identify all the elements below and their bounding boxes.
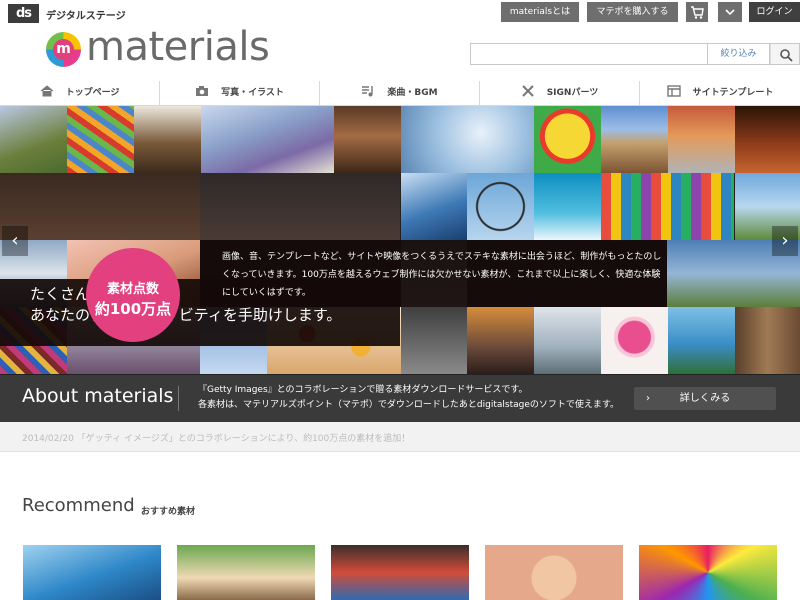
about-band: About materials 『Getty Images』とのコラボレーション… bbox=[0, 375, 800, 422]
nav-item-template[interactable]: サイトテンプレート bbox=[640, 81, 800, 105]
learn-more-label: 詳しくみる bbox=[679, 393, 731, 404]
about-materials-button[interactable]: materialsとは bbox=[501, 2, 579, 22]
photo-tile[interactable] bbox=[201, 106, 334, 173]
carousel-prev-button[interactable]: ‹ bbox=[2, 226, 28, 256]
photo-tile[interactable] bbox=[601, 106, 668, 173]
materials-logo-text[interactable]: materials bbox=[86, 24, 270, 70]
recommend-subtitle: おすすめ素材 bbox=[141, 507, 196, 517]
badge-count: 約100万点 bbox=[94, 300, 172, 318]
tools-icon bbox=[521, 85, 534, 97]
photo-tile[interactable] bbox=[534, 307, 601, 374]
filter-button[interactable]: 絞り込み bbox=[708, 43, 770, 65]
photo-tile[interactable] bbox=[735, 106, 800, 173]
cart-icon bbox=[691, 6, 704, 19]
chevron-right-icon: › bbox=[646, 393, 650, 404]
recommend-title: Recommend bbox=[22, 495, 135, 516]
description-panel: 画像、音、テンプレートなど、サイトや映像をつくるうえでステキな素材に出会うほど、… bbox=[200, 240, 667, 307]
badge-title: 素材点数 bbox=[106, 282, 159, 297]
home-icon bbox=[40, 85, 53, 97]
camera-icon bbox=[196, 86, 209, 96]
recommend-card[interactable] bbox=[331, 545, 469, 600]
login-button[interactable]: ログイン bbox=[749, 2, 800, 22]
materials-logo-mark[interactable]: m bbox=[46, 32, 81, 67]
nav-label: 楽曲・BGM bbox=[387, 88, 438, 98]
chevron-down-icon bbox=[725, 9, 735, 16]
photo-tile[interactable] bbox=[467, 307, 534, 374]
recommend-card[interactable] bbox=[177, 545, 315, 600]
photo-tile[interactable] bbox=[534, 106, 601, 173]
ds-logo[interactable]: ds bbox=[8, 4, 39, 23]
news-bar: 2014/02/20 「ゲッティ イメージズ」とのコラボレーションにより、約10… bbox=[0, 422, 800, 452]
brand-name[interactable]: デジタルステージ bbox=[46, 7, 126, 22]
nav-item-music[interactable]: 楽曲・BGM bbox=[320, 81, 480, 105]
nav-label: 写真・イラスト bbox=[221, 88, 284, 98]
recommend-card[interactable] bbox=[485, 545, 623, 600]
template-icon bbox=[666, 85, 681, 97]
material-count-badge: 素材点数 約100万点 bbox=[86, 248, 180, 342]
nav-label: トップページ bbox=[65, 88, 120, 98]
hero-banner: たくさんの素材が、 あなたのクリエイティビティを手助けします。 画像、音、テンプ… bbox=[0, 106, 800, 375]
search-icon bbox=[780, 49, 793, 62]
carousel-next-button[interactable]: › bbox=[772, 226, 798, 256]
about-text: 『Getty Images』とのコラボレーションで贈る素材ダウンロードサービスで… bbox=[198, 385, 619, 410]
recommend-card[interactable] bbox=[639, 545, 777, 600]
chevron-left-icon: ‹ bbox=[11, 230, 19, 251]
photo-tile[interactable] bbox=[401, 307, 468, 374]
learn-more-button[interactable]: › 詳しくみる bbox=[634, 387, 776, 410]
music-icon bbox=[362, 86, 374, 97]
photo-tile[interactable] bbox=[534, 173, 601, 240]
nav-item-sign[interactable]: SIGNパーツ bbox=[480, 81, 640, 105]
menu-dropdown-button[interactable] bbox=[718, 2, 742, 22]
search-button[interactable] bbox=[770, 43, 800, 65]
cart-button[interactable] bbox=[686, 2, 708, 22]
divider bbox=[178, 386, 179, 411]
nav-item-top[interactable]: トップページ bbox=[0, 81, 160, 105]
top-bar: ds デジタルステージ materialsとは マテポを購入する ログイン bbox=[0, 0, 800, 24]
photo-tile[interactable] bbox=[67, 106, 134, 173]
photo-tile[interactable] bbox=[0, 173, 200, 240]
nav-label: SIGNパーツ bbox=[546, 88, 599, 98]
photo-tile[interactable] bbox=[668, 307, 735, 374]
hero-description: 画像、音、テンプレートなど、サイトや映像をつくるうえでステキな素材に出会うほど、… bbox=[222, 252, 662, 298]
photo-tile[interactable] bbox=[601, 173, 734, 240]
search-input[interactable] bbox=[470, 43, 708, 65]
nav-label: サイトテンプレート bbox=[692, 88, 774, 98]
logo-mark-letter: m bbox=[53, 39, 74, 60]
photo-tile[interactable] bbox=[668, 106, 735, 173]
chevron-right-icon: › bbox=[781, 230, 789, 251]
photo-tile[interactable] bbox=[401, 173, 467, 240]
photo-tile[interactable] bbox=[401, 106, 534, 173]
photo-tile[interactable] bbox=[200, 173, 400, 240]
photo-tile[interactable] bbox=[601, 307, 668, 374]
main-nav: トップページ 写真・イラスト 楽曲・BGM SIGNパーツ サイトテンプレート bbox=[0, 81, 800, 106]
nav-item-photo[interactable]: 写真・イラスト bbox=[160, 81, 320, 105]
photo-tile[interactable] bbox=[334, 106, 401, 173]
photo-tile[interactable] bbox=[0, 106, 67, 173]
photo-tile[interactable] bbox=[134, 106, 201, 173]
recommend-card[interactable] bbox=[23, 545, 161, 600]
photo-tile[interactable] bbox=[467, 173, 534, 240]
buy-points-button[interactable]: マテポを購入する bbox=[587, 2, 678, 22]
photo-tile[interactable] bbox=[735, 307, 800, 374]
news-item[interactable]: 2014/02/20 「ゲッティ イメージズ」とのコラボレーションにより、約10… bbox=[22, 431, 410, 444]
about-title: About materials bbox=[22, 385, 174, 407]
